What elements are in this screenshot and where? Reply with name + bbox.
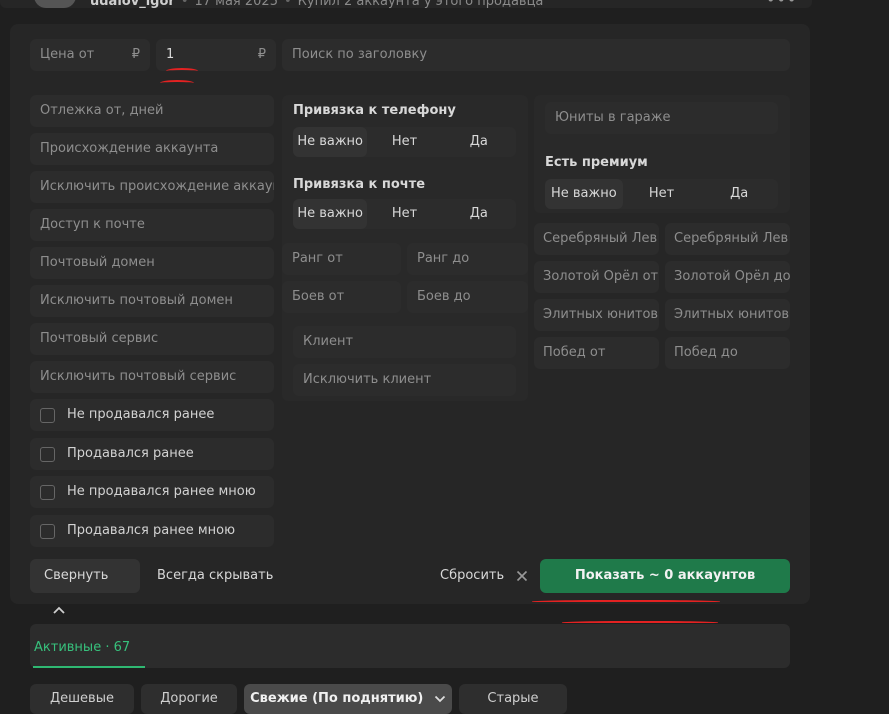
phone-binding-toggle[interactable]: Не важно Нет Да: [293, 127, 516, 157]
chevron-down-icon: [434, 695, 446, 702]
mail-option-no[interactable]: Нет: [367, 199, 441, 229]
annotation-mark: [532, 600, 720, 604]
annotation-mark: [160, 80, 194, 86]
reset-button[interactable]: Сбросить: [440, 559, 528, 593]
premium-option-no[interactable]: Нет: [623, 179, 701, 209]
rank-to-input[interactable]: Ранг до: [407, 243, 528, 275]
collapse-button[interactable]: Свернуть: [30, 559, 140, 614]
battles-from-input[interactable]: Боев от: [282, 281, 401, 313]
close-icon: [517, 570, 528, 581]
always-hide-button[interactable]: Всегда скрывать: [157, 559, 273, 593]
checkbox-label: Продавался ранее: [67, 446, 194, 461]
premium-option-yes[interactable]: Да: [700, 179, 778, 209]
checkbox-sold-before[interactable]: Продавался ранее: [30, 438, 274, 470]
title-search-input[interactable]: Поиск по заголовку: [282, 39, 790, 71]
annotation-mark: [166, 68, 198, 74]
exclude-client-select[interactable]: Исключить клиент: [293, 364, 516, 396]
premium-label: Есть премиум: [545, 155, 648, 170]
checkbox-icon[interactable]: [40, 446, 55, 462]
mail-option-any[interactable]: Не важно: [293, 199, 368, 229]
rank-from-input[interactable]: Ранг от: [282, 243, 401, 275]
phone-option-yes[interactable]: Да: [442, 127, 516, 157]
account-origin-select[interactable]: Происхождение аккаунта: [30, 133, 274, 165]
silver-lion-to-input[interactable]: Серебряный Лев до: [665, 223, 790, 255]
sort-fresh-label: Свежие (По поднятию): [250, 691, 424, 706]
checkbox-not-sold-by-me[interactable]: Не продавался ранее мною: [30, 476, 274, 508]
phone-option-no[interactable]: Нет: [367, 127, 441, 157]
rouble-icon: ₽: [257, 47, 266, 62]
mail-binding-label: Привязка к почте: [293, 177, 426, 192]
elite-units-from-input[interactable]: Элитных юнитов от: [534, 299, 659, 331]
checkbox-icon[interactable]: [40, 407, 55, 423]
price-to-value: 1: [166, 47, 175, 62]
show-accounts-button[interactable]: Показать ~ 0 аккаунтов: [540, 559, 790, 593]
reset-label: Сбросить: [440, 568, 505, 583]
tabs-bar: [30, 624, 790, 668]
silver-lion-from-input[interactable]: Серебряный Лев от: [534, 223, 659, 255]
mail-option-yes[interactable]: Да: [442, 199, 516, 229]
mail-binding-toggle[interactable]: Не важно Нет Да: [293, 199, 516, 229]
collapse-label: Свернуть: [44, 568, 109, 583]
wins-from-input[interactable]: Побед от: [534, 337, 659, 369]
wins-to-input[interactable]: Побед до: [665, 337, 790, 369]
garage-units-select[interactable]: Юниты в гараже: [545, 102, 778, 134]
client-select[interactable]: Клиент: [293, 326, 516, 358]
exclude-mail-domain-select[interactable]: Исключить почтовый домен: [30, 285, 274, 317]
mail-service-select[interactable]: Почтовый сервис: [30, 323, 274, 355]
price-from-input[interactable]: Цена от ₽: [30, 39, 150, 71]
premium-toggle[interactable]: Не важно Нет Да: [545, 179, 778, 209]
tab-active[interactable]: Активные · 67: [34, 640, 130, 655]
review-date: 17 мая 2025: [194, 0, 278, 9]
checkbox-label: Не продавался ранее мною: [67, 484, 256, 499]
checkbox-icon[interactable]: [40, 484, 55, 500]
more-icon[interactable]: •••: [766, 0, 797, 9]
phone-binding-label: Привязка к телефону: [293, 103, 456, 118]
sort-expensive-button[interactable]: Дорогие: [141, 684, 237, 714]
hold-days-input[interactable]: Отлежка от, дней: [30, 95, 274, 127]
checkbox-not-sold-before[interactable]: Не продавался ранее: [30, 399, 274, 431]
checkbox-sold-by-me[interactable]: Продавался ранее мною: [30, 515, 274, 547]
exclude-mail-service-select[interactable]: Исключить почтовый сервис: [30, 361, 274, 393]
sort-cheap-button[interactable]: Дешевые: [30, 684, 134, 714]
sort-fresh-button[interactable]: Свежие (По поднятию): [244, 684, 452, 714]
exclude-origin-select[interactable]: Исключить происхождение аккаунта: [30, 171, 274, 203]
checkbox-label: Продавался ранее мною: [67, 523, 236, 538]
rouble-icon: ₽: [131, 47, 140, 62]
review-text: Купил 2 аккаунта у этого продавца: [297, 0, 544, 9]
price-from-label: Цена от: [40, 47, 95, 62]
mail-domain-select[interactable]: Почтовый домен: [30, 247, 274, 279]
checkbox-icon[interactable]: [40, 523, 55, 539]
golden-eagle-to-input[interactable]: Золотой Орёл до: [665, 261, 790, 293]
price-to-input[interactable]: 1 ₽: [156, 39, 276, 71]
sort-old-button[interactable]: Старые: [459, 684, 567, 714]
battles-to-input[interactable]: Боев до: [407, 281, 528, 313]
checkbox-label: Не продавался ранее: [67, 407, 215, 422]
review-line: udalov_igor • 17 мая 2025 • Купил 2 аккаунта…: [90, 0, 543, 9]
review-username[interactable]: udalov_igor: [90, 0, 175, 9]
chevron-up-icon: [53, 606, 65, 614]
elite-units-to-input[interactable]: Элитных юнитов до: [665, 299, 790, 331]
tab-active-underline: [33, 666, 145, 668]
premium-option-any[interactable]: Не важно: [545, 179, 623, 209]
phone-option-any[interactable]: Не важно: [293, 127, 368, 157]
golden-eagle-from-input[interactable]: Золотой Орёл от: [534, 261, 659, 293]
mail-access-select[interactable]: Доступ к почте: [30, 209, 274, 241]
